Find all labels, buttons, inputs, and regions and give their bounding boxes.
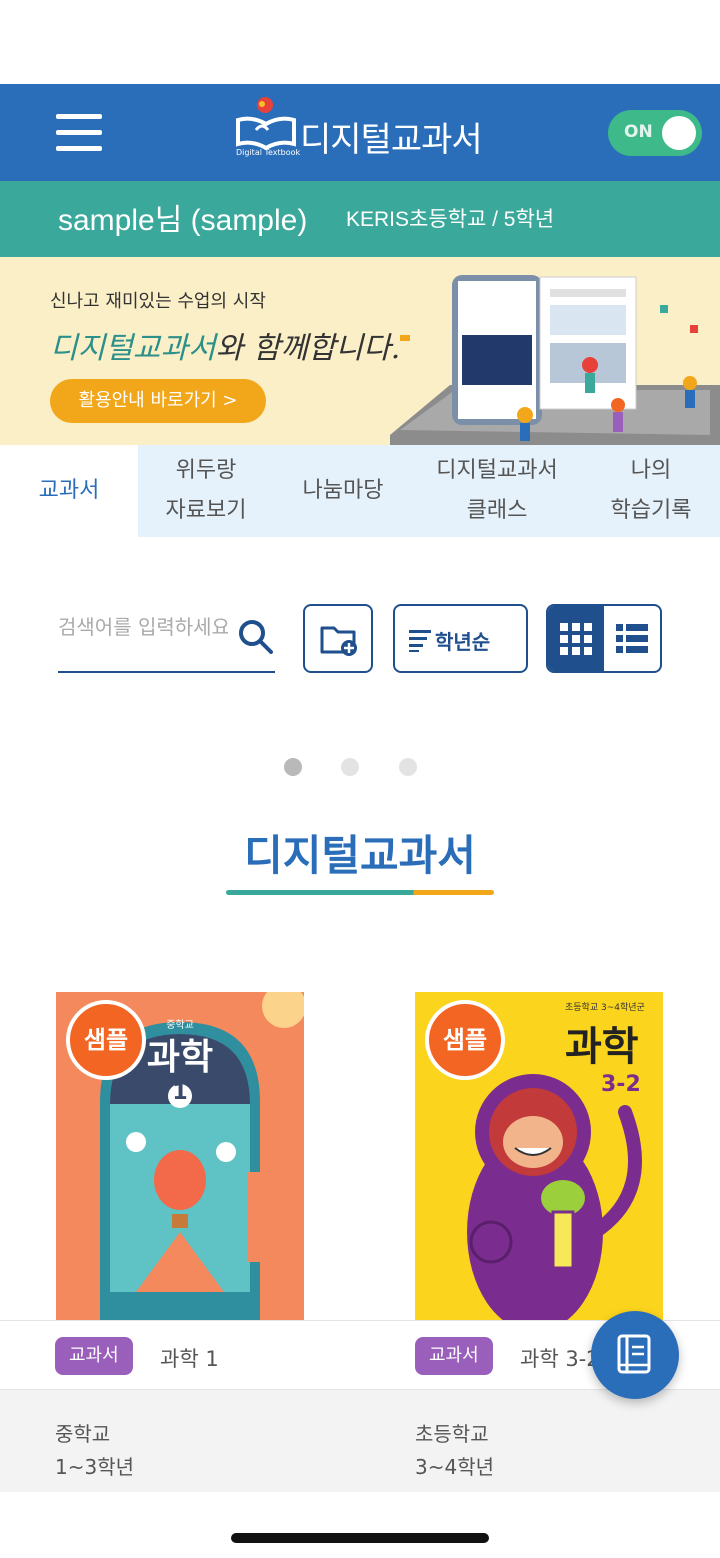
banner-headline: 디지털교과서와 함께합니다. — [50, 323, 400, 367]
user-name: sample님 (sample) — [58, 204, 308, 237]
grade: 3~4학년 — [415, 1455, 495, 1479]
toggle-label: ON — [624, 122, 653, 142]
tab-label: 나눔마당 — [302, 478, 384, 503]
book-icon — [617, 1334, 651, 1374]
user-school: KERIS초등학교 / 5학년 — [346, 208, 555, 231]
promo-banner[interactable]: 신나고 재미있는 수업의 시작 디지털교과서와 함께합니다. 활용안내 바로가기… — [0, 257, 720, 445]
cover-title: 과학 — [565, 1024, 639, 1070]
cover-number: 3-2 — [601, 1072, 641, 1097]
type-chip: 교과서 — [415, 1337, 493, 1375]
toggle-knob — [662, 116, 696, 150]
search-box — [58, 603, 275, 673]
list-icon — [616, 623, 648, 653]
book-meta: 초등학교 3~4학년 — [415, 1418, 494, 1484]
section-title: 디지털교과서 — [244, 831, 476, 880]
tab-class[interactable]: 디지털교과서클래스 — [412, 445, 582, 537]
book-cover[interactable]: 중학교 과학 1 샘플 — [56, 992, 304, 1322]
on-off-toggle[interactable]: ON — [608, 110, 702, 156]
search-icon[interactable] — [236, 617, 276, 657]
cover-school-level: 초등학교 3~4학년군 — [565, 1003, 645, 1013]
book-title[interactable]: 과학 3-2 — [520, 1343, 600, 1373]
tab-label: 자료보기 — [165, 498, 247, 523]
banner-headline-highlight: 디지털교과서 — [50, 331, 216, 366]
tab-learning-record[interactable]: 나의학습기록 — [582, 445, 720, 537]
guide-link-button[interactable]: 활용안내 바로가기 > — [50, 379, 266, 423]
title-underline — [226, 890, 494, 895]
app-title: 디지털교과서 — [300, 120, 483, 160]
book-meta: 중학교 1~3학년 — [55, 1418, 134, 1484]
banner-headline-rest: 와 함께합니다. — [215, 331, 401, 366]
home-indicator[interactable] — [231, 1533, 489, 1543]
book-cover[interactable]: 초등학교 3~4학년군 과학 3-2 샘플 — [415, 992, 663, 1322]
floating-book-button[interactable] — [591, 1311, 679, 1399]
carousel-dot[interactable] — [399, 758, 417, 776]
sample-badge: 샘플 — [66, 1000, 146, 1080]
user-info-bar: sample님 (sample) KERIS초등학교 / 5학년 — [0, 181, 720, 257]
list-view-button[interactable] — [604, 606, 660, 671]
sort-label: 학년순 — [435, 630, 491, 654]
sort-button[interactable]: 학년순 — [393, 604, 528, 673]
banner-subtitle: 신나고 재미있는 수업의 시작 — [50, 291, 266, 312]
carousel-dot[interactable] — [284, 758, 302, 776]
cover-number: 1 — [172, 1080, 188, 1105]
type-chip: 교과서 — [55, 1337, 133, 1375]
tab-label: 교과서 — [38, 478, 100, 503]
grid-icon — [560, 622, 592, 655]
tab-label: 나의 — [630, 458, 672, 483]
menu-icon[interactable] — [56, 112, 102, 152]
folder-add-icon — [320, 626, 357, 656]
tab-label: 위두랑 — [175, 458, 237, 483]
tab-label: 클래스 — [466, 498, 528, 523]
tab-textbook[interactable]: 교과서 — [0, 445, 138, 537]
tab-label: 학습기록 — [610, 498, 692, 523]
book-meta-row: 중학교 1~3학년 초등학교 3~4학년 — [0, 1390, 720, 1492]
grade: 1~3학년 — [55, 1455, 135, 1479]
textbook-illustration-icon — [390, 275, 720, 445]
view-mode-switch — [546, 604, 662, 673]
add-folder-button[interactable] — [303, 604, 373, 673]
bottom-safe-area — [0, 1492, 720, 1558]
screen: 디지털교과서 Digital Textbook ON sample님 (samp… — [0, 0, 720, 1558]
tab-sharing[interactable]: 나눔마당 — [274, 445, 412, 537]
book-title[interactable]: 과학 1 — [160, 1343, 219, 1373]
carousel-dot[interactable] — [341, 758, 359, 776]
app-logo[interactable]: 디지털교과서 Digital Textbook — [234, 96, 494, 168]
top-app-bar: 디지털교과서 Digital Textbook ON — [0, 84, 720, 181]
sort-lines-icon — [409, 630, 431, 652]
school-level: 초등학교 — [415, 1422, 489, 1446]
sample-badge: 샘플 — [425, 1000, 505, 1080]
main-tab-bar: 교과서 위두랑자료보기 나눔마당 디지털교과서클래스 나의학습기록 — [0, 445, 720, 537]
search-input[interactable] — [58, 609, 228, 645]
tab-widurang[interactable]: 위두랑자료보기 — [138, 445, 274, 537]
logo-subtitle: Digital Textbook — [236, 148, 301, 157]
school-level: 중학교 — [55, 1422, 111, 1446]
tab-label: 디지털교과서 — [436, 458, 558, 483]
grid-view-button[interactable] — [548, 606, 604, 671]
